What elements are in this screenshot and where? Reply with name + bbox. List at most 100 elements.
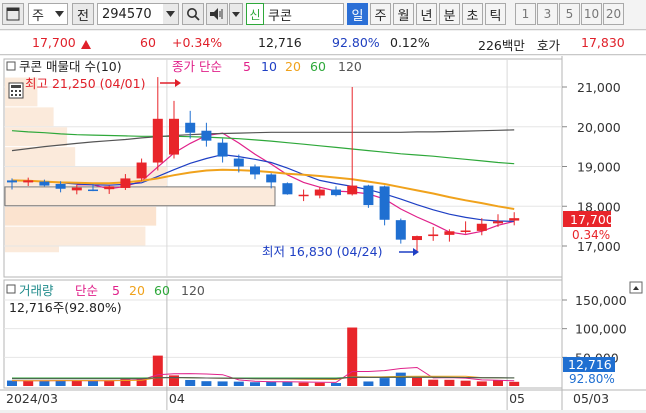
stock-name: 쿠콘 xyxy=(268,8,292,24)
period-tab-3[interactable]: 년 xyxy=(416,3,437,25)
prev-label: 전 xyxy=(77,8,89,24)
period-tab-2[interactable]: 월 xyxy=(393,3,414,25)
volume-profile-bar xyxy=(5,127,68,147)
code-type-select[interactable]: 주 xyxy=(28,3,68,25)
candle-body xyxy=(55,183,66,189)
candle-body xyxy=(152,118,163,163)
volume-bar xyxy=(476,381,487,386)
volume-bar xyxy=(185,379,196,386)
candle-body xyxy=(395,220,406,240)
price-tick-label: 19,000 xyxy=(577,160,621,175)
low-annotation: 최저 16,830 (04/24) xyxy=(262,244,382,259)
minute-option-2[interactable]: 5 xyxy=(559,3,580,25)
volume-profile-bar xyxy=(5,246,59,253)
candle-body xyxy=(282,183,293,195)
volume-bar xyxy=(460,380,471,386)
vma5-legend: 5 xyxy=(112,283,120,298)
ma-legend-prefix: 종가 단순 xyxy=(172,59,222,74)
minute-option-1[interactable]: 3 xyxy=(537,3,558,25)
minute-option-0[interactable]: 1 xyxy=(515,3,536,25)
candle-body xyxy=(412,236,422,241)
volume-ma-prefix: 단순 xyxy=(75,283,98,298)
stock-name-field: 쿠콘 xyxy=(264,3,344,25)
window-menu-icon[interactable] xyxy=(2,3,24,25)
price-panel-title: 쿠콘 매물대 수(10) xyxy=(19,59,122,74)
period-tab-6[interactable]: 틱 xyxy=(485,3,506,25)
volume-bar xyxy=(217,381,228,386)
volume-bar xyxy=(444,379,455,386)
vma20-legend: 20 xyxy=(129,283,145,298)
turnover-rate: 0.12% xyxy=(390,35,430,50)
minute-option-3[interactable]: 10 xyxy=(581,3,602,25)
candle-body xyxy=(509,218,520,221)
candle-body xyxy=(347,185,358,195)
volume-value: 12,716 xyxy=(258,35,302,50)
price-tag-value: 17,700 xyxy=(570,212,614,227)
price-tag-percent: 0.34% xyxy=(572,228,610,242)
vma60-legend: 60 xyxy=(154,283,170,298)
current-price: 17,700 xyxy=(32,35,76,50)
candle-body xyxy=(476,223,487,231)
volume-bar xyxy=(104,380,115,386)
minute-option-4[interactable]: 20 xyxy=(603,3,624,25)
volume-bar xyxy=(331,383,341,386)
volume-bar xyxy=(250,382,260,386)
price-tag: 17,700 0.34% xyxy=(563,211,614,242)
quote-bar: 17,700 60 +0.34% 12,716 92.80% 0.12% 226… xyxy=(0,31,646,55)
stock-chart[interactable]: 21,00020,00019,00018,00017,000150,000100… xyxy=(0,56,646,410)
period-tab-5[interactable]: 초 xyxy=(462,3,483,25)
calculator-icon[interactable] xyxy=(8,82,24,99)
ma5-legend: 5 xyxy=(243,59,251,74)
volume-bar xyxy=(379,378,390,386)
code-type-value: 주 xyxy=(32,8,44,24)
ma10-legend: 10 xyxy=(261,59,277,74)
chevron-down-icon xyxy=(166,11,175,17)
volume-panel-subtitle: 12,716주(92.80%) xyxy=(9,300,122,315)
chevron-down-icon xyxy=(232,11,240,17)
volume-tick-label: 100,000 xyxy=(575,322,627,337)
volume-bar xyxy=(412,377,422,386)
chart-area[interactable]: 21,000 20,000 19,000 18,000 17,000 150,000 100… xyxy=(0,56,646,410)
volume-bar xyxy=(395,372,406,386)
search-button[interactable] xyxy=(182,3,204,25)
price-tick-label: 21,000 xyxy=(577,80,621,95)
volume-bar xyxy=(493,380,503,386)
volume-bar xyxy=(314,382,325,386)
stock-code-dropdown[interactable] xyxy=(163,3,179,25)
prev-button[interactable]: 전 xyxy=(72,3,94,25)
volume-bar xyxy=(201,381,212,386)
volume-tick-label: 150,000 xyxy=(575,293,627,308)
volume-bar xyxy=(7,380,17,386)
high-annotation: 최고 21,250 (04/01) xyxy=(25,76,145,91)
speaker-icon xyxy=(210,8,223,20)
volume-bar xyxy=(71,380,82,386)
vma120-legend: 120 xyxy=(181,283,205,298)
volume-bar xyxy=(39,380,50,386)
collapse-icon[interactable] xyxy=(6,61,16,71)
price-change: 60 xyxy=(140,35,156,50)
volume-tag-value: 12,716 xyxy=(568,357,612,372)
maximize-icon[interactable] xyxy=(629,281,643,294)
volume-profile-bar xyxy=(5,226,146,246)
volume-bar xyxy=(428,379,439,386)
candle-body xyxy=(120,178,131,188)
candle-body xyxy=(250,166,260,175)
volume-bar xyxy=(23,380,34,386)
volume-ratio: 92.80% xyxy=(332,35,380,50)
period-tab-1[interactable]: 주 xyxy=(370,3,391,25)
period-tab-0[interactable]: 일 xyxy=(347,3,368,25)
period-tab-4[interactable]: 분 xyxy=(439,3,460,25)
sound-button[interactable] xyxy=(206,3,228,25)
volume-profile-bar xyxy=(5,206,157,226)
candle-body xyxy=(493,221,503,224)
sound-dropdown[interactable] xyxy=(229,3,243,25)
x-axis-label: 04 xyxy=(169,391,185,406)
candle-body xyxy=(23,180,34,183)
candle-body xyxy=(71,187,82,191)
bid-ask-price: 17,830 xyxy=(581,35,625,50)
candle-body xyxy=(428,234,439,237)
collapse-icon[interactable] xyxy=(6,284,16,294)
candle-body xyxy=(363,185,374,206)
change-percent: +0.34% xyxy=(172,35,223,50)
candle-body xyxy=(104,186,115,190)
